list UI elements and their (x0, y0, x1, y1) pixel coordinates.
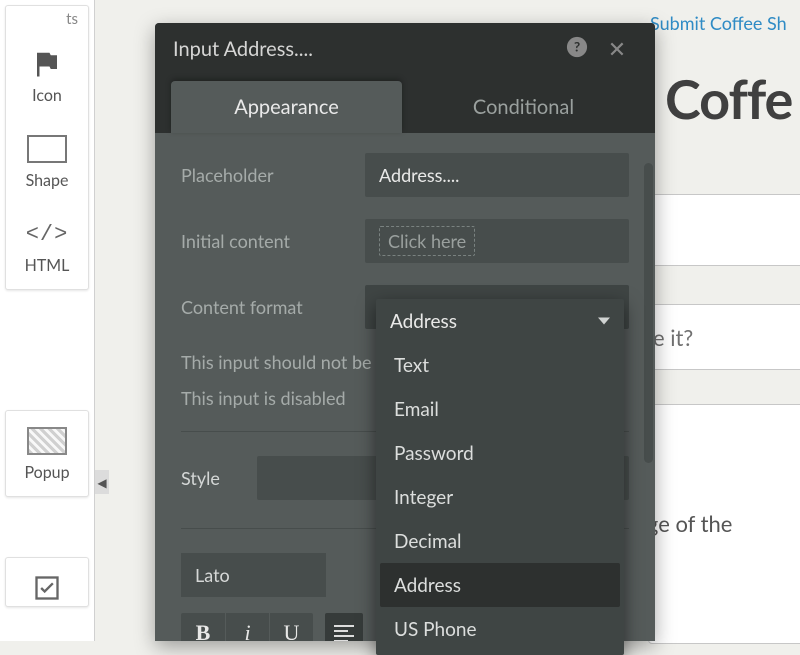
scrollbar[interactable] (644, 163, 653, 463)
biu-group: B i U (181, 613, 313, 641)
popup-icon (22, 423, 72, 459)
palette-item-shape[interactable]: Shape (6, 119, 88, 204)
text-input-box[interactable] (648, 194, 800, 266)
page-title: Coffe (665, 66, 792, 131)
align-left-button[interactable] (325, 613, 363, 641)
palette-item-html[interactable]: </> HTML (6, 204, 88, 289)
dropdown-option-decimal[interactable]: Decimal (380, 519, 620, 563)
dropdown-option-text[interactable]: Text (380, 343, 620, 387)
content-format-label: Content format (181, 296, 349, 318)
tab-conditional[interactable]: Conditional (408, 81, 639, 133)
font-value: Lato (195, 564, 230, 586)
dropdown-option-address[interactable]: Address (380, 563, 620, 607)
dropdown-selected-value: Address (390, 310, 457, 333)
palette-header: ts (6, 6, 88, 34)
palette-item-label: Popup (24, 463, 69, 482)
palette: ts Icon Shape </> HTML Popup (0, 0, 95, 641)
style-label: Style (181, 467, 241, 489)
palette-item-icon[interactable]: Icon (6, 34, 88, 119)
panel-header: Input Address.... ? ✕ (155, 23, 655, 75)
placeholder-label: Placeholder (181, 164, 349, 186)
chevron-down-icon (598, 318, 610, 325)
rect-icon (22, 131, 72, 167)
palette-item-checkbox[interactable] (6, 558, 88, 606)
code-icon: </> (22, 216, 72, 252)
dropdown-option-email[interactable]: Email (380, 387, 620, 431)
initial-content-input[interactable]: Click here (365, 219, 629, 263)
select-box-text: e it? (653, 324, 693, 351)
italic-button[interactable]: i (225, 613, 269, 641)
panel-title: Input Address.... (173, 37, 557, 61)
collapse-caret[interactable]: ◀ (95, 470, 109, 494)
close-button[interactable]: ✕ (597, 35, 637, 63)
checkbox-icon (22, 570, 72, 606)
palette-box-containers: Popup (5, 410, 89, 497)
bold-button[interactable]: B (181, 613, 225, 641)
svg-text:?: ? (574, 37, 580, 54)
palette-box-elements: ts Icon Shape </> HTML (5, 5, 89, 290)
tab-appearance[interactable]: Appearance (171, 81, 402, 133)
initial-content-label: Initial content (181, 230, 349, 252)
right-content: Submit Coffee Sh (650, 0, 800, 34)
row-initial-content: Initial content Click here (181, 219, 629, 263)
palette-item-popup[interactable]: Popup (6, 411, 88, 496)
dropdown-selected[interactable]: Address (376, 299, 624, 343)
palette-box-inputs (5, 557, 89, 607)
palette-item-label: Shape (26, 171, 69, 190)
font-select[interactable]: Lato (181, 553, 326, 597)
flag-icon (22, 46, 72, 82)
initial-content-value: Click here (379, 226, 475, 256)
palette-item-label: Icon (32, 86, 62, 105)
content-format-dropdown: Address Text Email Password Integer Deci… (376, 299, 624, 655)
dropdown-option-password[interactable]: Password (380, 431, 620, 475)
underline-button[interactable]: U (269, 613, 313, 641)
dropdown-option-usphone[interactable]: US Phone (380, 607, 620, 651)
submit-link[interactable]: Submit Coffee Sh (650, 0, 800, 34)
row-placeholder: Placeholder Address.... (181, 153, 629, 197)
select-box[interactable]: e it? ▲▼ (648, 304, 800, 370)
palette-item-label: HTML (25, 256, 70, 275)
dropdown-option-integer[interactable]: Integer (380, 475, 620, 519)
panel-tabs: Appearance Conditional (155, 75, 655, 133)
align-left-icon (334, 625, 354, 642)
help-button[interactable]: ? (557, 36, 597, 63)
placeholder-input[interactable]: Address.... (365, 153, 629, 197)
